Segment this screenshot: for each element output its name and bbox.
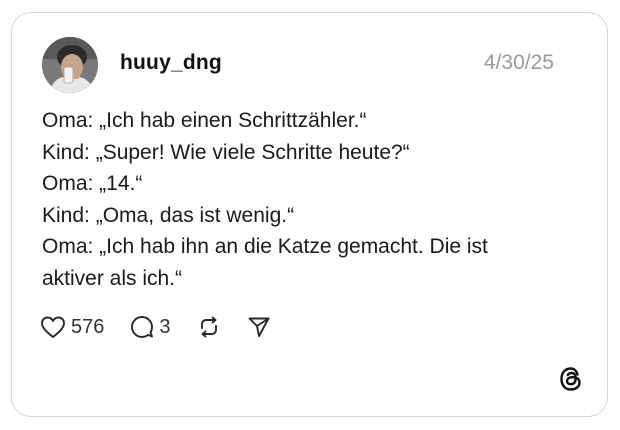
post-timestamp: 4/30/25 [483, 51, 554, 74]
post-actions: 576 3 [40, 312, 271, 342]
post-line: Kind: „Super! Wie viele Schritte heute?“ [42, 140, 410, 164]
repost-button[interactable] [197, 315, 221, 339]
comment-icon [131, 316, 154, 338]
post-line: Oma: „Ich hab ihn an die Katze gemacht. … [42, 235, 488, 258]
heart-icon [41, 316, 65, 338]
like-count: 576 [71, 316, 105, 338]
post-line: Oma: „Ich hab einen Schrittzähler.“ [42, 109, 367, 132]
reply-button[interactable]: 3 [130, 315, 171, 339]
share-button[interactable] [247, 315, 271, 339]
post-card: huuy_dng 4/30/25 Oma: „Ich hab einen Sch… [11, 12, 608, 417]
post-line: Oma: „14.“ [42, 172, 143, 195]
username[interactable]: huuy_dng [120, 51, 222, 75]
post-body: Oma: „Ich hab einen Schrittzähler.“ Kind… [42, 105, 562, 294]
post-line: Kind: „Oma, das ist wenig.“ [42, 203, 295, 227]
send-icon [248, 317, 269, 337]
like-button[interactable]: 576 [40, 315, 104, 339]
avatar[interactable] [42, 37, 98, 93]
post-line: aktiver als ich.“ [42, 266, 183, 290]
repost-icon [200, 316, 217, 338]
threads-logo-icon [560, 367, 581, 391]
user-avatar-photo [42, 37, 98, 93]
reply-count: 3 [159, 316, 171, 338]
